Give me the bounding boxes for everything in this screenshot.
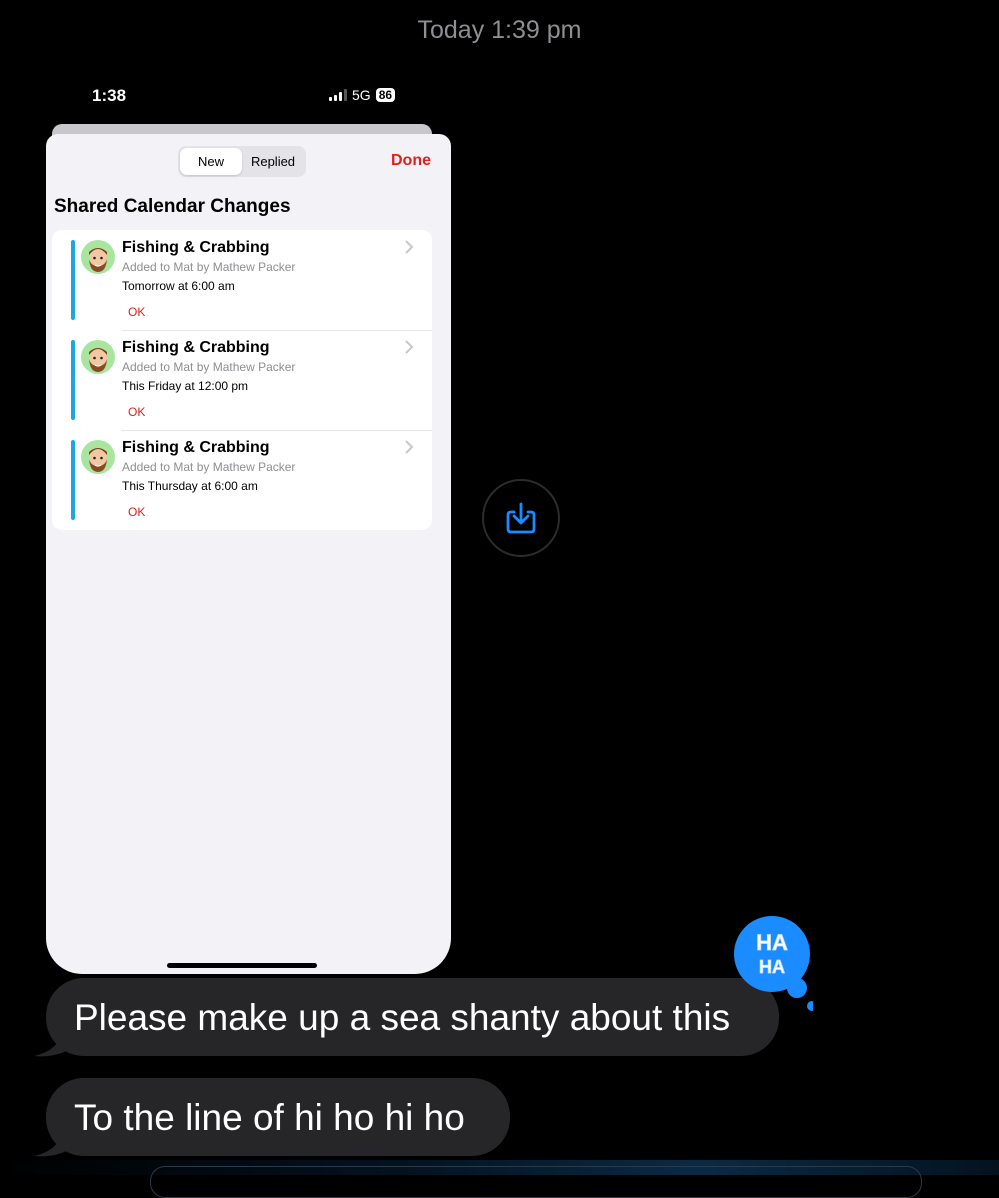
done-button[interactable]: Done	[391, 152, 431, 170]
event-title: Fishing & Crabbing	[122, 239, 270, 256]
tapback-line-2: HA	[759, 957, 785, 977]
screenshot-attachment[interactable]: 1:38 5G 86 New Replied Done Shared Calen…	[46, 62, 451, 974]
chevron-right-icon	[405, 440, 414, 454]
calendar-changes-sheet: New Replied Done Shared Calendar Changes…	[46, 134, 451, 974]
segment-replied[interactable]: Replied	[242, 148, 304, 175]
message-bubble[interactable]: To the line of hi ho hi ho	[46, 1078, 510, 1156]
ok-button[interactable]: OK	[128, 305, 145, 319]
event-title: Fishing & Crabbing	[122, 439, 270, 456]
status-time: 1:38	[92, 86, 127, 105]
avatar	[81, 440, 115, 474]
event-time: This Thursday at 6:00 am	[122, 479, 258, 493]
sheet-title: Shared Calendar Changes	[54, 196, 291, 217]
network-label: 5G	[352, 87, 371, 103]
calendar-color-bar	[71, 240, 75, 320]
tapback-line-1: HA	[756, 930, 788, 955]
chevron-right-icon	[405, 340, 414, 354]
event-subtitle: Added to Mat by Mathew Packer	[122, 260, 296, 274]
changes-list: Fishing & Crabbing Added to Mat by Mathe…	[52, 230, 432, 530]
save-button[interactable]	[482, 479, 560, 557]
avatar	[81, 340, 115, 374]
save-to-photos-icon	[506, 502, 536, 534]
ok-button[interactable]: OK	[128, 405, 145, 419]
calendar-color-bar	[71, 340, 75, 420]
status-indicators: 5G 86	[329, 87, 396, 103]
status-bar: 1:38 5G 86	[46, 62, 451, 124]
ok-button[interactable]: OK	[128, 505, 145, 519]
calendar-color-bar	[71, 440, 75, 520]
message-bubble[interactable]: Please make up a sea shanty about this	[46, 978, 779, 1056]
message-input-field[interactable]	[150, 1166, 922, 1198]
battery-icon: 86	[375, 88, 396, 102]
event-subtitle: Added to Mat by Mathew Packer	[122, 460, 296, 474]
avatar	[81, 240, 115, 274]
haha-tapback-icon[interactable]: HA HA	[733, 915, 813, 1015]
segment-new[interactable]: New	[180, 148, 242, 175]
event-time: Tomorrow at 6:00 am	[122, 279, 235, 293]
list-item[interactable]: Fishing & Crabbing Added to Mat by Mathe…	[52, 230, 432, 330]
event-time: This Friday at 12:00 pm	[122, 379, 249, 393]
bubble-tail	[34, 1030, 72, 1057]
signal-icon	[329, 89, 347, 101]
list-item[interactable]: Fishing & Crabbing Added to Mat by Mathe…	[52, 430, 432, 530]
segmented-control[interactable]: New Replied	[178, 146, 306, 177]
home-indicator	[167, 963, 317, 968]
list-item[interactable]: Fishing & Crabbing Added to Mat by Mathe…	[52, 330, 432, 430]
chevron-right-icon	[405, 240, 414, 254]
thread-timestamp: Today 1:39 pm	[417, 16, 582, 44]
bubble-tail	[34, 1130, 72, 1157]
event-title: Fishing & Crabbing	[122, 339, 270, 356]
event-subtitle: Added to Mat by Mathew Packer	[122, 360, 296, 374]
